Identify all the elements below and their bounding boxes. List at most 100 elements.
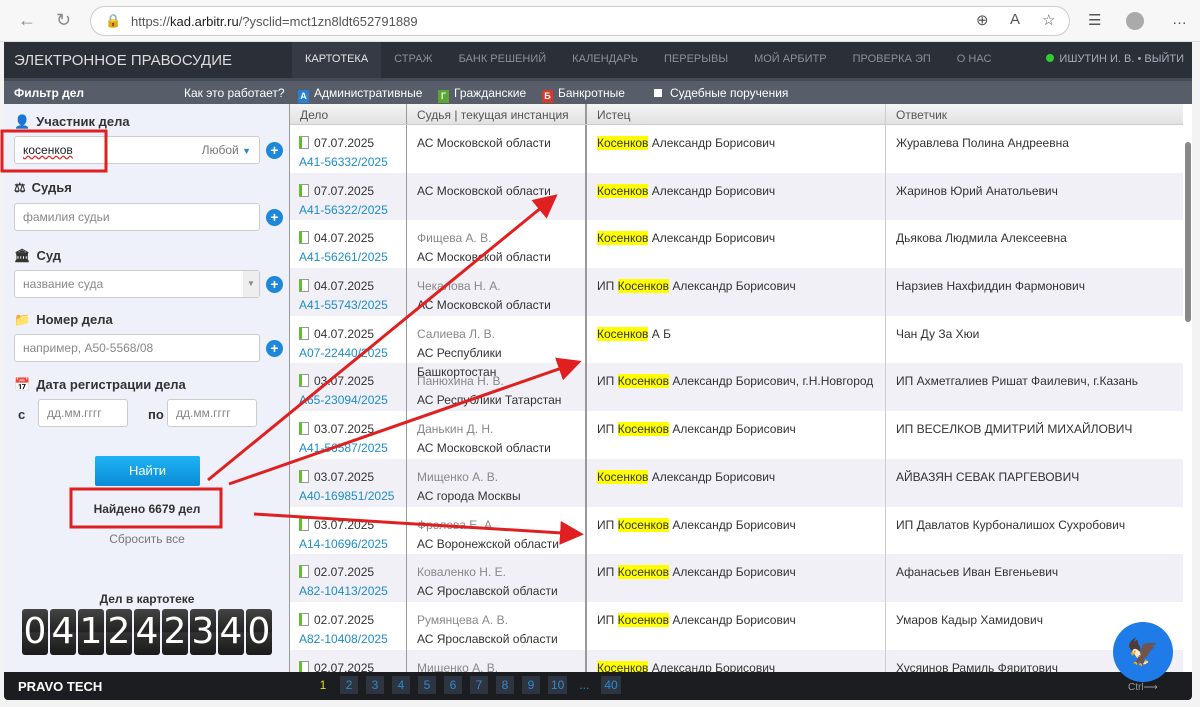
table-header: Дело Судья | текущая инстанция Истец Отв… xyxy=(290,104,1183,125)
plaintiff-cell: ИП Косенков Александр Борисович xyxy=(587,506,886,555)
add-judge-button[interactable]: + xyxy=(266,209,283,226)
page-link[interactable]: 3 xyxy=(366,676,384,694)
case-number-link[interactable]: А82-10408/2025 xyxy=(299,630,396,649)
type-civil[interactable]: Г Гражданские xyxy=(438,86,526,103)
page-link[interactable]: 2 xyxy=(340,676,358,694)
menu-item[interactable]: О НАС xyxy=(944,42,1005,78)
page-link[interactable]: 7 xyxy=(470,676,488,694)
emblem-eagle-button[interactable]: 🦅 xyxy=(1113,622,1173,682)
scrollbar-thumb[interactable] xyxy=(1185,142,1191,322)
plaintiff-cell: Косенков А Б xyxy=(587,315,886,364)
role-dropdown[interactable]: Любой ▼ xyxy=(202,143,251,157)
case-number-link[interactable]: А41-56322/2025 xyxy=(299,201,396,220)
reload-icon[interactable]: ↻ xyxy=(56,10,71,31)
plaintiff-prefix: ИП xyxy=(597,279,618,294)
page-link[interactable]: 5 xyxy=(418,676,436,694)
table-row[interactable]: 04.07.2025 А41-56261/2025 Фищева А. В. АС М… xyxy=(290,220,1183,269)
menu-item[interactable]: ПЕРЕРЫВЫ xyxy=(651,42,741,78)
table-row[interactable]: 07.07.2025 А41-56332/2025 АС Московской об… xyxy=(290,125,1183,173)
favorite-star-icon[interactable]: ☆ xyxy=(1042,11,1055,29)
judge-cell: Коваленко Н. Е. АС Ярославской области xyxy=(407,554,587,602)
menu-item[interactable]: ПРОВЕРКА ЭП xyxy=(840,42,944,78)
menu-item[interactable]: КАРТОТЕКА xyxy=(292,42,382,78)
address-bar[interactable]: 🔒 https://kad.arbitr.ru/?ysclid=mct1zn8l… xyxy=(90,6,1070,36)
checkbox-icon[interactable] xyxy=(654,89,662,97)
zoom-icon[interactable]: ⊕ xyxy=(976,11,989,29)
profile-avatar[interactable] xyxy=(1126,12,1144,30)
date-to-input[interactable]: дд.мм.гггг xyxy=(167,399,257,427)
user-name[interactable]: ИШУТИН И. В. • ВЫЙТИ xyxy=(1059,53,1184,65)
date-from-label: с xyxy=(18,407,26,422)
menu-item[interactable]: КАЛЕНДАРЬ xyxy=(559,42,651,78)
reset-all-link[interactable]: Сбросить все xyxy=(4,532,290,546)
case-number-link[interactable]: А65-23094/2025 xyxy=(299,391,396,410)
table-row[interactable]: 02.07.2025 А82-10408/2025 Румянцева А. В. А… xyxy=(290,601,1183,650)
table-row[interactable]: 03.07.2025 А65-23094/2025 Панюхина Н. В. АС… xyxy=(290,363,1183,412)
plaintiff-prefix: ИП xyxy=(597,517,618,532)
judge-cell: Мищенко А. В. xyxy=(407,649,587,672)
judge-name: Чекалова Н. А. xyxy=(417,279,501,294)
defendant-cell: Нарзиев Нахфиддин Фармонович xyxy=(886,268,1183,316)
page-link[interactable]: 9 xyxy=(522,676,540,694)
counter-digit: 4 xyxy=(218,609,244,655)
case-number-input[interactable]: например, А50-5568/08 xyxy=(14,334,260,362)
scrollbar[interactable] xyxy=(1184,126,1192,672)
menu-item[interactable]: БАНК РЕШЕНИЙ xyxy=(446,42,560,78)
table-body: 07.07.2025 А41-56332/2025 АС Московской об… xyxy=(290,125,1183,672)
counter-digit: 1 xyxy=(78,609,104,655)
case-number-link[interactable]: А41-55743/2025 xyxy=(299,296,396,315)
user-menu[interactable]: ИШУТИН И. В. • ВЫЙТИ xyxy=(1046,53,1184,65)
case-number-link[interactable]: А40-169851/2025 xyxy=(299,487,396,506)
site-logo[interactable]: ЭЛЕКТРОННОЕ ПРАВОСУДИЕ xyxy=(14,52,232,69)
page-current[interactable]: 1 xyxy=(314,676,332,694)
court-orders-checkbox[interactable]: Судебные поручения xyxy=(654,86,788,100)
add-case-number-button[interactable]: + xyxy=(266,340,283,357)
page-link[interactable]: 6 xyxy=(444,676,462,694)
table-row[interactable]: 02.07.2025 Мищенко А. В. Косенков Александ… xyxy=(290,649,1183,672)
table-row[interactable]: 04.07.2025 А41-55743/2025 Чекалова Н. А. АС… xyxy=(290,268,1183,316)
document-icon xyxy=(299,660,309,672)
case-number-link[interactable]: А82-10413/2025 xyxy=(299,582,396,601)
defendant-cell: Афанасьев Иван Евгеньевич xyxy=(886,554,1183,602)
find-button[interactable]: Найти xyxy=(95,456,200,486)
case-number-link[interactable]: А07-22440/2025 xyxy=(299,344,396,363)
table-row[interactable]: 04.07.2025 А07-22440/2025 Салиева Л. В. АС … xyxy=(290,315,1183,379)
chevron-down-icon[interactable]: ▼ xyxy=(243,271,259,297)
page-last[interactable]: 40 xyxy=(601,676,621,694)
table-row[interactable]: 03.07.2025 А41-56587/2025 Данькин Д. Н. АС … xyxy=(290,411,1183,459)
favorites-icon[interactable]: ☰ xyxy=(1088,11,1101,29)
judge-name: Румянцева А. В. xyxy=(417,612,508,627)
court-select[interactable]: название суда ▼ xyxy=(14,270,260,298)
plaintiff-rest: Александр Борисович xyxy=(669,517,796,532)
case-number-link[interactable]: А14-10696/2025 xyxy=(299,535,396,554)
page-link[interactable]: 10 xyxy=(548,676,568,694)
date-from-input[interactable]: дд.мм.гггг xyxy=(38,399,128,427)
counter-digit: 2 xyxy=(106,609,132,655)
case-number-link[interactable]: А41-56261/2025 xyxy=(299,248,396,267)
page-link[interactable]: 4 xyxy=(392,676,410,694)
table-row[interactable]: 07.07.2025 А41-56322/2025 АС Московской об… xyxy=(290,172,1183,221)
menu-item[interactable]: СТРАЖ xyxy=(381,42,445,78)
case-number-link[interactable]: А41-56332/2025 xyxy=(299,153,396,172)
how-it-works-link[interactable]: Как это работает? xyxy=(184,86,285,100)
case-cell: 04.07.2025 А07-22440/2025 xyxy=(290,315,407,364)
add-court-button[interactable]: + xyxy=(266,276,283,293)
menu-item[interactable]: МОЙ АРБИТР xyxy=(741,42,840,78)
lock-icon[interactable]: 🔒 xyxy=(105,13,121,29)
table-row[interactable]: 03.07.2025 А14-10696/2025 Фролова Е. А. АС … xyxy=(290,506,1183,555)
page-link[interactable]: 8 xyxy=(496,676,514,694)
calendar-icon: 📅 xyxy=(14,377,31,392)
judge-input[interactable]: фамилия судьи xyxy=(14,203,260,231)
table-row[interactable]: 02.07.2025 А82-10413/2025 Коваленко Н. Е. А… xyxy=(290,554,1183,602)
type-administrative[interactable]: А Административные xyxy=(298,86,422,103)
more-icon[interactable]: … xyxy=(1172,11,1187,28)
case-date: 04.07.2025 xyxy=(314,279,375,294)
back-icon[interactable]: ← xyxy=(18,10,36,31)
ctrl-hint: Ctrl⟶ xyxy=(1128,682,1158,693)
participant-input[interactable]: косенков Любой ▼ xyxy=(14,136,260,164)
table-row[interactable]: 03.07.2025 А40-169851/2025 Мищенко А. В. АС… xyxy=(290,458,1183,507)
type-bankruptcy[interactable]: Б Банкротные xyxy=(542,86,625,103)
case-number-link[interactable]: А41-56587/2025 xyxy=(299,439,396,458)
read-aloud-icon[interactable]: A xyxy=(1010,11,1020,28)
add-participant-button[interactable]: + xyxy=(266,142,283,159)
